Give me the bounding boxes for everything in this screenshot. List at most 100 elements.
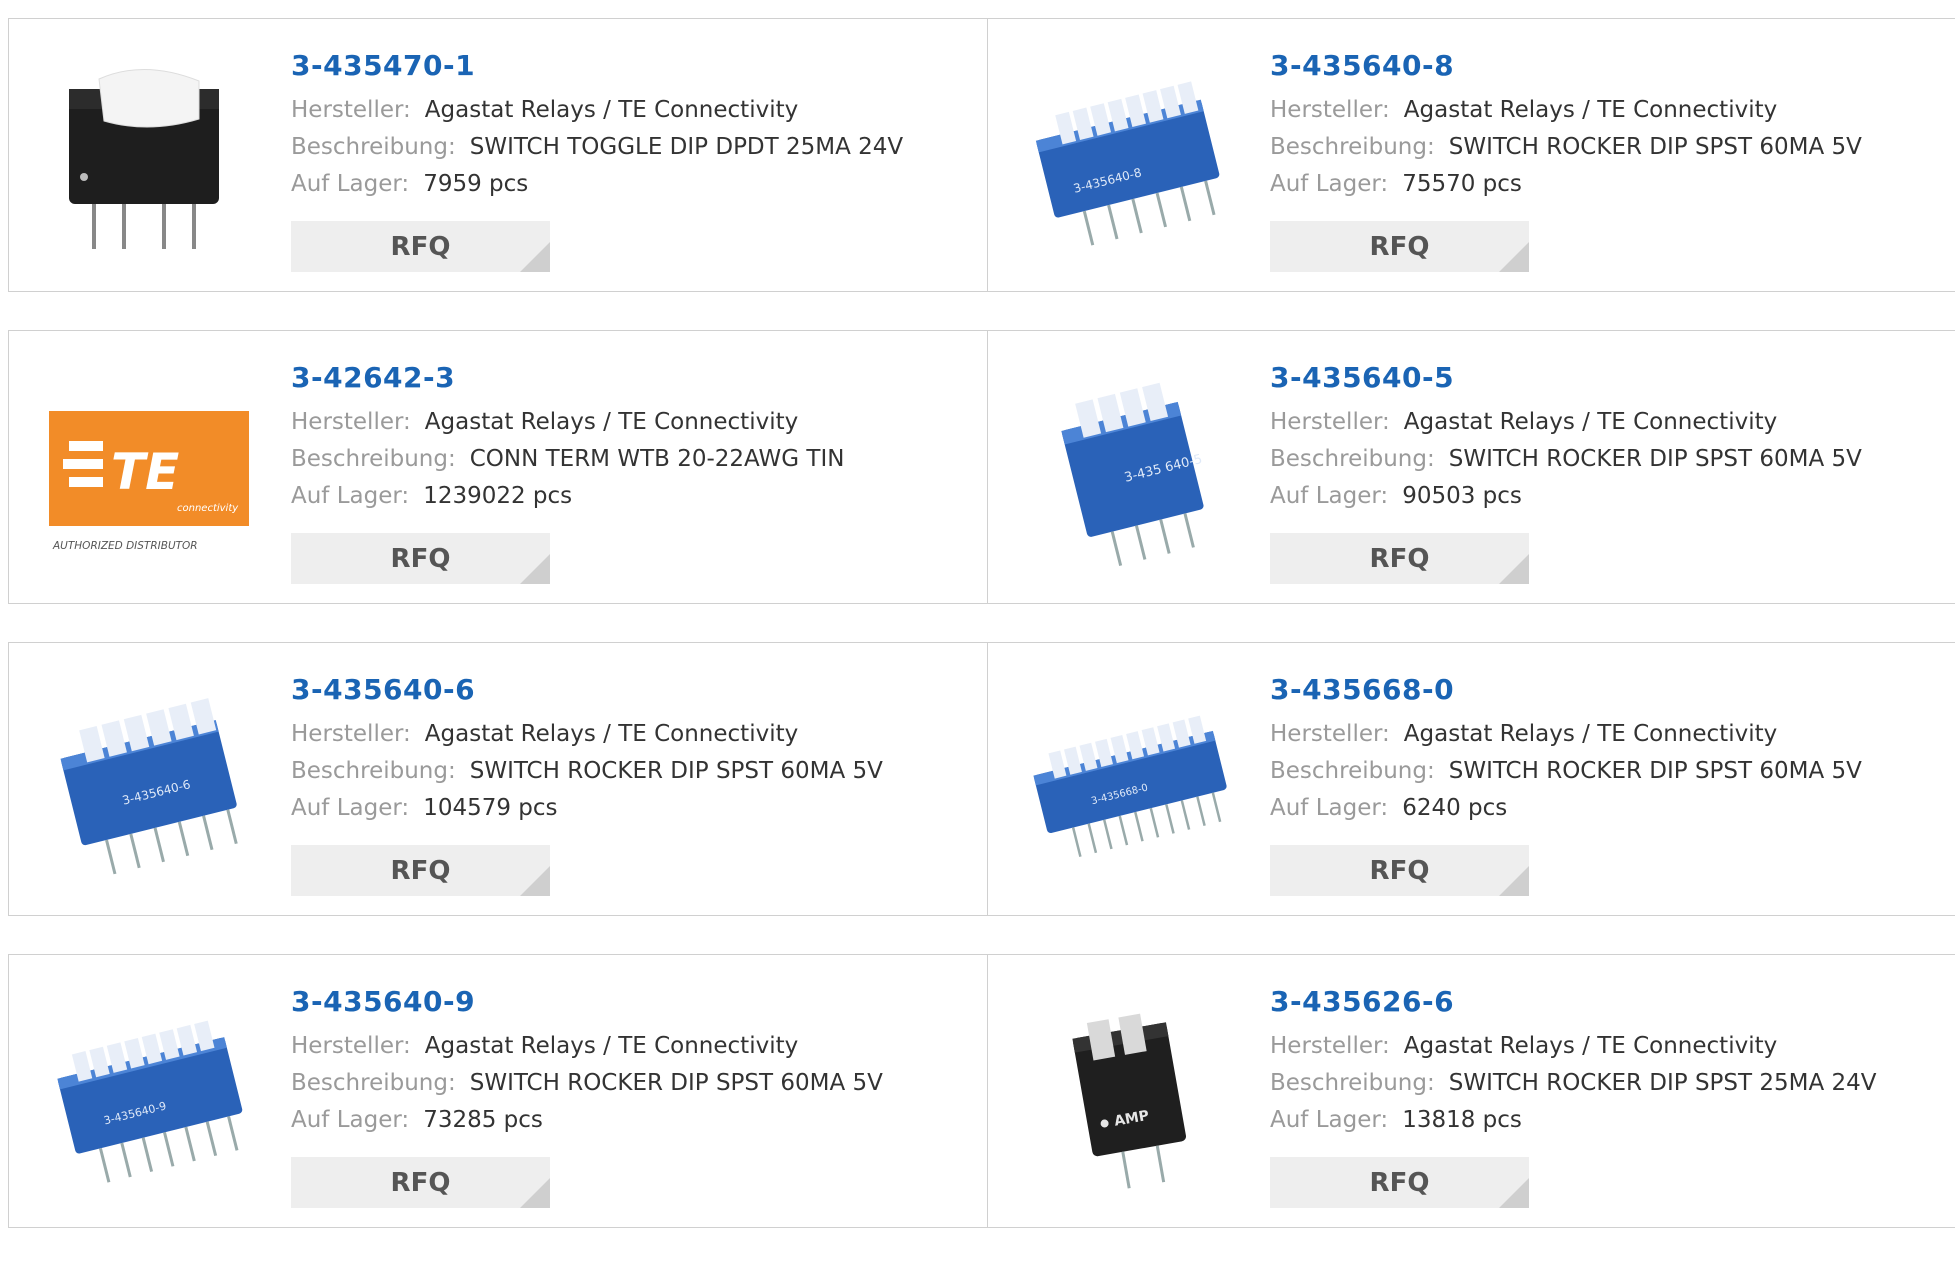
description-line: Beschreibung: SWITCH ROCKER DIP SPST 60MA…: [1270, 129, 1862, 166]
stock-value: 7959 pcs: [423, 171, 529, 197]
product-card: 3-435470-1 Hersteller: Agastat Relays / T…: [9, 19, 987, 291]
rfq-button[interactable]: RFQ: [1270, 533, 1529, 584]
corner-fold-icon: [520, 866, 550, 896]
corner-fold-icon: [1499, 1178, 1529, 1208]
stock-label: Auf Lager:: [291, 1107, 410, 1133]
manufacturer-line: Hersteller: Agastat Relays / TE Connectiv…: [1270, 1028, 1877, 1065]
manufacturer-label: Hersteller:: [291, 721, 411, 747]
rfq-label: RFQ: [390, 1167, 451, 1198]
corner-fold-icon: [520, 554, 550, 584]
manufacturer-line: Hersteller: Agastat Relays / TE Connectiv…: [291, 716, 883, 753]
rfq-label: RFQ: [390, 855, 451, 886]
description-line: Beschreibung: SWITCH TOGGLE DIP DPDT 25MA…: [291, 129, 903, 166]
manufacturer-label: Hersteller:: [1270, 721, 1390, 747]
description-value: SWITCH ROCKER DIP SPST 25MA 24V: [1448, 1070, 1877, 1096]
description-value: SWITCH ROCKER DIP SPST 60MA 5V: [1448, 446, 1862, 472]
manufacturer-line: Hersteller: Agastat Relays / TE Connectiv…: [291, 92, 903, 129]
manufacturer-line: Hersteller: Agastat Relays / TE Connectiv…: [291, 404, 844, 441]
part-number-link[interactable]: 3-435626-6: [1270, 985, 1877, 1018]
product-row: TE connectivity AUTHORIZED DISTRIBUTOR 3…: [8, 330, 1955, 604]
corner-fold-icon: [520, 1178, 550, 1208]
product-image[interactable]: 3-435 640-5: [1028, 371, 1228, 571]
rfq-label: RFQ: [390, 543, 451, 574]
product-image[interactable]: AMP: [1028, 995, 1228, 1195]
stock-label: Auf Lager:: [1270, 483, 1389, 509]
manufacturer-label: Hersteller:: [1270, 409, 1390, 435]
rfq-button[interactable]: RFQ: [291, 533, 550, 584]
manufacturer-line: Hersteller: Agastat Relays / TE Connectiv…: [1270, 92, 1862, 129]
description-value: SWITCH ROCKER DIP SPST 60MA 5V: [469, 758, 883, 784]
description-value: SWITCH ROCKER DIP SPST 60MA 5V: [469, 1070, 883, 1096]
description-line: Beschreibung: SWITCH ROCKER DIP SPST 60MA…: [1270, 753, 1862, 790]
rfq-button[interactable]: RFQ: [1270, 1157, 1529, 1208]
rfq-label: RFQ: [1369, 543, 1430, 574]
manufacturer-label: Hersteller:: [291, 409, 411, 435]
product-info: 3-435640-5 Hersteller: Agastat Relays / T…: [1270, 361, 1862, 515]
manufacturer-value: Agastat Relays / TE Connectivity: [424, 409, 799, 435]
product-info: 3-435640-8 Hersteller: Agastat Relays / T…: [1270, 49, 1862, 203]
description-line: Beschreibung: SWITCH ROCKER DIP SPST 60MA…: [291, 753, 883, 790]
rfq-label: RFQ: [390, 231, 451, 262]
rfq-button[interactable]: RFQ: [291, 221, 550, 272]
description-label: Beschreibung:: [291, 446, 456, 472]
product-card: TE connectivity AUTHORIZED DISTRIBUTOR 3…: [9, 331, 987, 603]
manufacturer-line: Hersteller: Agastat Relays / TE Connectiv…: [291, 1028, 883, 1065]
stock-value: 13818 pcs: [1402, 1107, 1522, 1133]
corner-fold-icon: [1499, 554, 1529, 584]
logo-tag-text: AUTHORIZED DISTRIBUTOR: [52, 540, 198, 552]
rfq-button[interactable]: RFQ: [291, 1157, 550, 1208]
product-card: 3-435640-6 3-435640-6 Hersteller: Agastat…: [9, 643, 987, 915]
part-number-link[interactable]: 3-42642-3: [291, 361, 844, 394]
product-image[interactable]: [49, 59, 249, 259]
product-image[interactable]: 3-435640-6: [49, 683, 249, 883]
product-image[interactable]: 3-435640-8: [1028, 59, 1228, 259]
description-line: Beschreibung: SWITCH ROCKER DIP SPST 25MA…: [1270, 1065, 1877, 1102]
rfq-button[interactable]: RFQ: [1270, 221, 1529, 272]
manufacturer-value: Agastat Relays / TE Connectivity: [1403, 1033, 1778, 1059]
manufacturer-value: Agastat Relays / TE Connectivity: [424, 721, 799, 747]
manufacturer-value: Agastat Relays / TE Connectivity: [424, 1033, 799, 1059]
product-info: 3-435626-6 Hersteller: Agastat Relays / T…: [1270, 985, 1877, 1139]
stock-line: Auf Lager: 13818 pcs: [1270, 1102, 1877, 1139]
stock-label: Auf Lager:: [291, 795, 410, 821]
manufacturer-value: Agastat Relays / TE Connectivity: [1403, 721, 1778, 747]
description-line: Beschreibung: CONN TERM WTB 20-22AWG TIN: [291, 441, 844, 478]
product-card: 3-435 640-5 3-435640-5 Hersteller: Agasta…: [987, 331, 1955, 603]
product-info: 3-435668-0 Hersteller: Agastat Relays / T…: [1270, 673, 1862, 827]
manufacturer-line: Hersteller: Agastat Relays / TE Connectiv…: [1270, 716, 1862, 753]
stock-value: 104579 pcs: [423, 795, 558, 821]
part-number-link[interactable]: 3-435668-0: [1270, 673, 1862, 706]
rfq-label: RFQ: [1369, 231, 1430, 262]
product-image[interactable]: TE connectivity AUTHORIZED DISTRIBUTOR: [49, 371, 249, 571]
product-row: 3-435640-6 3-435640-6 Hersteller: Agastat…: [8, 642, 1955, 916]
stock-line: Auf Lager: 90503 pcs: [1270, 478, 1862, 515]
product-info: 3-435640-6 Hersteller: Agastat Relays / T…: [291, 673, 883, 827]
rfq-label: RFQ: [1369, 855, 1430, 886]
description-value: CONN TERM WTB 20-22AWG TIN: [469, 446, 845, 472]
part-number-link[interactable]: 3-435470-1: [291, 49, 903, 82]
rfq-button[interactable]: RFQ: [1270, 845, 1529, 896]
manufacturer-label: Hersteller:: [291, 97, 411, 123]
part-number-link[interactable]: 3-435640-8: [1270, 49, 1862, 82]
te-logo: TE connectivity AUTHORIZED DISTRIBUTOR: [49, 411, 249, 552]
stock-value: 1239022 pcs: [423, 483, 573, 509]
manufacturer-value: Agastat Relays / TE Connectivity: [424, 97, 799, 123]
rfq-button[interactable]: RFQ: [291, 845, 550, 896]
product-info: 3-42642-3 Hersteller: Agastat Relays / TE…: [291, 361, 844, 515]
stock-label: Auf Lager:: [291, 483, 410, 509]
description-label: Beschreibung:: [1270, 758, 1435, 784]
part-number-link[interactable]: 3-435640-9: [291, 985, 883, 1018]
stock-line: Auf Lager: 6240 pcs: [1270, 790, 1862, 827]
description-value: SWITCH ROCKER DIP SPST 60MA 5V: [1448, 758, 1862, 784]
product-grid: 3-435470-1 Hersteller: Agastat Relays / T…: [8, 18, 1955, 1266]
stock-label: Auf Lager:: [1270, 171, 1389, 197]
product-info: 3-435470-1 Hersteller: Agastat Relays / T…: [291, 49, 903, 203]
description-label: Beschreibung:: [291, 1070, 456, 1096]
product-image[interactable]: 3-435640-9: [49, 995, 249, 1195]
part-number-link[interactable]: 3-435640-5: [1270, 361, 1862, 394]
stock-label: Auf Lager:: [1270, 795, 1389, 821]
part-number-link[interactable]: 3-435640-6: [291, 673, 883, 706]
corner-fold-icon: [1499, 242, 1529, 272]
product-image[interactable]: 3-435668-0: [1028, 683, 1228, 883]
description-label: Beschreibung:: [1270, 134, 1435, 160]
